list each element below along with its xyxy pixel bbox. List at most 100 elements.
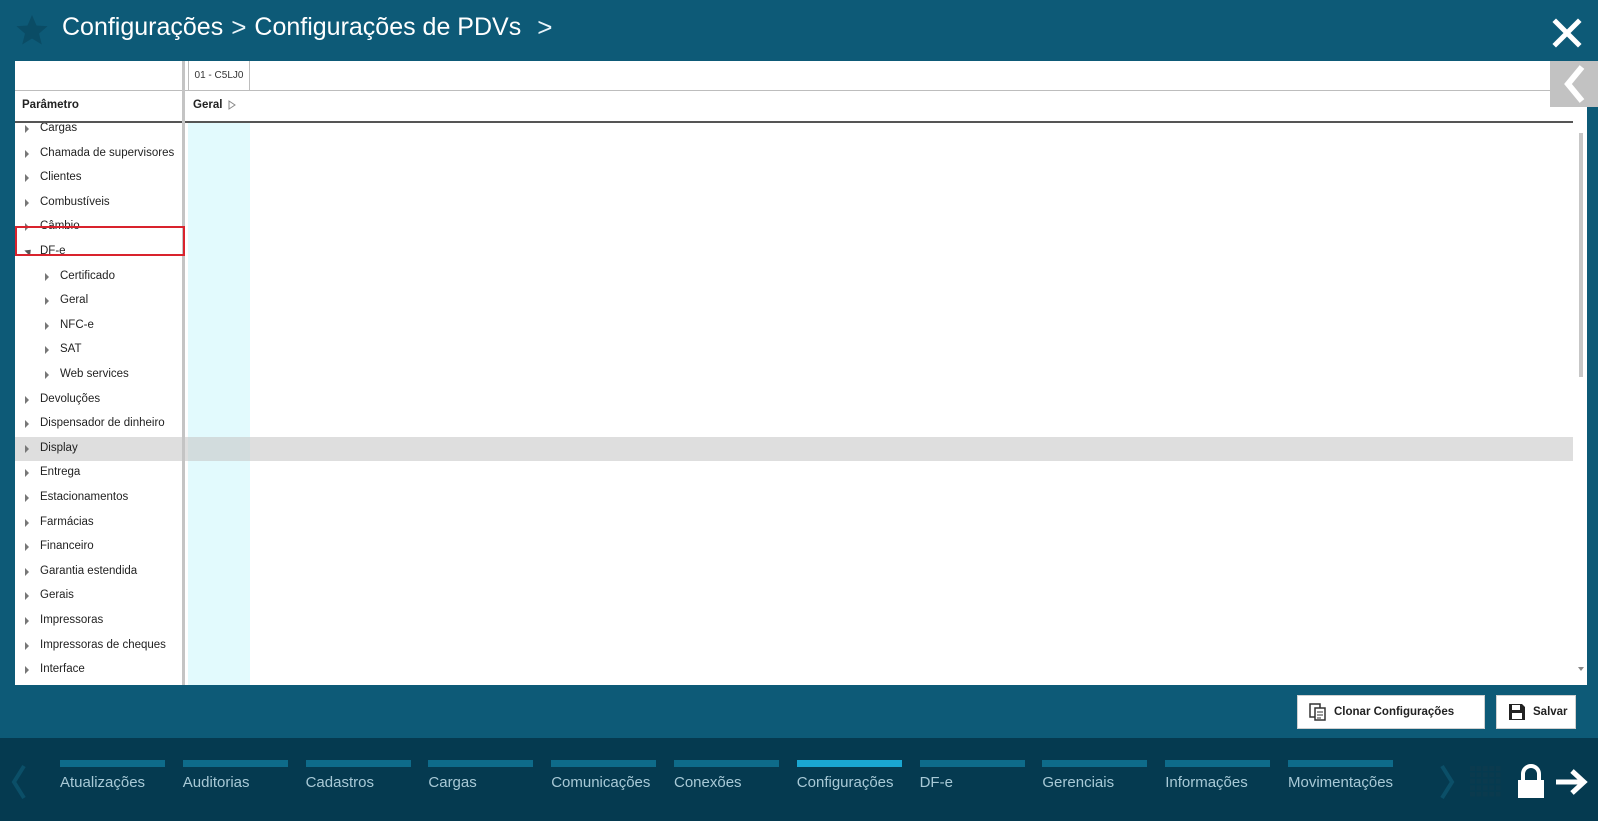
grid-dot	[1482, 772, 1488, 778]
tree-row[interactable]: Geral	[15, 289, 1573, 313]
grid-dot	[1482, 785, 1488, 791]
collapsed-arrow-icon[interactable]	[25, 617, 29, 625]
group-header-geral[interactable]: Geral	[193, 99, 237, 111]
breadcrumb-separator-end: >	[537, 12, 553, 42]
tab-cargas[interactable]: Cargas	[428, 760, 534, 810]
collapsed-arrow-icon[interactable]	[25, 223, 29, 232]
config-grid-panel: 01 - C5LJ0 Parâmetro Geral Cargas Chamada…	[15, 61, 1587, 685]
tree-row[interactable]: Interface	[15, 658, 1573, 682]
grid-icon[interactable]	[1470, 766, 1502, 798]
tree-row[interactable]: Câmbio	[15, 215, 1573, 239]
tree-row-label: SAT	[60, 343, 82, 356]
tree-row[interactable]: Web services	[15, 363, 1573, 387]
tab-indicator-bar	[1288, 760, 1393, 767]
collapsed-arrow-icon[interactable]	[25, 395, 29, 404]
collapsed-arrow-icon[interactable]	[25, 149, 29, 158]
clone-icon	[1309, 703, 1326, 721]
lock-icon[interactable]	[1516, 764, 1546, 800]
collapsed-arrow-icon[interactable]	[45, 371, 49, 379]
tree-row[interactable]: Display	[15, 436, 1573, 461]
tab-movimentacoes[interactable]: Movimentações	[1288, 760, 1393, 810]
tree-row[interactable]: Devoluções	[15, 388, 1573, 412]
tree-row-label: Impressoras	[40, 614, 104, 626]
vertical-scrollbar[interactable]	[1575, 123, 1587, 685]
grid-dot	[1482, 791, 1488, 797]
tab-comunicacoes[interactable]: Comunicações	[551, 760, 657, 810]
tree-row[interactable]: Garantia estendida	[15, 560, 1573, 584]
tree-row[interactable]: Cargas	[15, 123, 1573, 141]
tab-label: Informações	[1165, 774, 1248, 791]
tab-gerenciais[interactable]: Gerenciais	[1042, 760, 1148, 810]
tab-atualizacoes[interactable]: Atualizações	[60, 760, 165, 810]
tree-row[interactable]: Entrega	[15, 461, 1573, 485]
tab-informacoes[interactable]: Informações	[1165, 760, 1271, 810]
collapsed-arrow-icon[interactable]	[25, 198, 29, 207]
clone-configurations-button[interactable]: Clonar Configurações	[1297, 695, 1485, 729]
collapsed-arrow-icon[interactable]	[25, 125, 29, 133]
tree-row[interactable]: Estacionamentos	[15, 486, 1573, 510]
grid-dot	[1470, 778, 1475, 784]
expanded-arrow-icon[interactable]	[24, 246, 34, 257]
star-icon[interactable]	[16, 14, 48, 46]
tree-row-label: Entrega	[40, 466, 81, 479]
save-button[interactable]: Salvar	[1496, 695, 1576, 729]
tree-row[interactable]: Chamada de supervisores	[15, 142, 1573, 166]
tab-indicator-bar	[182, 760, 288, 767]
tree-row-label: Impressoras de cheques	[40, 638, 166, 651]
grid-dot	[1495, 785, 1501, 791]
breadcrumb-configuracoes[interactable]: Configurações	[62, 13, 223, 42]
tree-row[interactable]: Farmácias	[15, 511, 1573, 535]
tab-conexoes[interactable]: Conexões	[674, 760, 779, 810]
grid-dot	[1476, 791, 1482, 797]
tree-row[interactable]: SAT	[15, 338, 1573, 362]
collapsed-arrow-icon[interactable]	[25, 174, 29, 183]
collapsed-arrow-icon[interactable]	[45, 346, 49, 355]
collapsed-arrow-icon[interactable]	[25, 666, 29, 675]
tree-row[interactable]: Impressoras de cheques	[15, 634, 1573, 658]
collapsed-arrow-icon[interactable]	[45, 321, 49, 330]
tree-row[interactable]: Financeiro	[15, 535, 1573, 559]
triangle-right-icon[interactable]	[228, 100, 237, 110]
scroll-thumb[interactable]	[1579, 133, 1583, 377]
tab-df-e[interactable]: DF-e	[919, 760, 1025, 810]
collapsed-arrow-icon[interactable]	[25, 469, 29, 478]
collapsed-arrow-icon[interactable]	[25, 543, 29, 552]
collapsed-arrow-icon[interactable]	[25, 641, 29, 650]
tab-cadastros[interactable]: Cadastros	[305, 760, 411, 810]
tree-row-label: Farmácias	[40, 515, 94, 528]
collapsed-arrow-icon[interactable]	[25, 592, 29, 601]
tree-row-label: Devoluções	[40, 392, 101, 405]
tree-row-label: Chamada de supervisores	[40, 146, 175, 159]
grid-dot	[1476, 772, 1482, 778]
collapsed-arrow-icon[interactable]	[45, 297, 49, 306]
scroll-down-arrow-icon[interactable]	[1578, 667, 1584, 671]
tab-auditorias[interactable]: Auditorias	[182, 760, 288, 810]
tree-row[interactable]: DF-e	[15, 240, 1573, 264]
collapsed-arrow-icon[interactable]	[25, 494, 29, 502]
collapsed-arrow-icon[interactable]	[25, 420, 29, 429]
tree-row-label: DF-e	[40, 245, 66, 257]
pdv-column-header[interactable]: 01 - C5LJ0	[188, 61, 250, 91]
grid-dot	[1470, 766, 1475, 771]
collapsed-arrow-icon[interactable]	[25, 518, 29, 527]
tab-label: Atualizações	[60, 774, 146, 791]
tree-row[interactable]: Gerais	[15, 584, 1573, 608]
chevron-left-icon[interactable]	[8, 762, 30, 802]
collapsed-arrow-icon[interactable]	[45, 272, 49, 281]
collapse-panel-button[interactable]	[1550, 61, 1598, 107]
tree-row[interactable]: Clientes	[15, 166, 1573, 190]
grid-dot	[1476, 766, 1482, 771]
grid-dot	[1470, 785, 1475, 791]
grid-dot	[1470, 772, 1475, 778]
tree-row[interactable]: NFC-e	[15, 314, 1573, 338]
collapsed-arrow-icon[interactable]	[25, 444, 29, 453]
collapsed-arrow-icon[interactable]	[25, 567, 29, 576]
tree-row[interactable]: Certificado	[15, 265, 1573, 289]
close-icon[interactable]	[1552, 18, 1582, 48]
tab-configuracoes[interactable]: Configurações	[796, 760, 902, 810]
arrow-right-icon[interactable]	[1554, 768, 1588, 796]
tree-row[interactable]: Combustíveis	[15, 191, 1573, 215]
tree-row[interactable]: Dispensador de dinheiro	[15, 412, 1573, 436]
chevron-right-icon[interactable]	[1436, 762, 1458, 802]
tree-row[interactable]: Impressoras	[15, 609, 1573, 633]
